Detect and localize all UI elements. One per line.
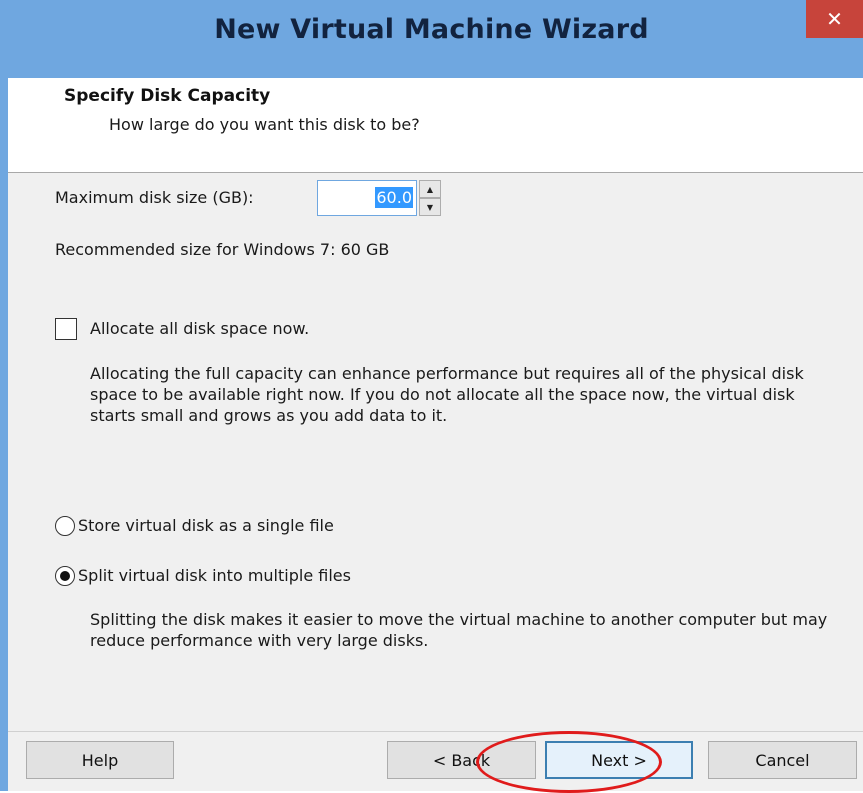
- recommended-size-text: Recommended size for Windows 7: 60 GB: [55, 240, 390, 259]
- window-frame-left: [0, 78, 8, 791]
- allocate-label[interactable]: Allocate all disk space now.: [90, 319, 309, 338]
- wizard-window: New Virtual Machine Wizard ✕ Specify Dis…: [0, 0, 863, 793]
- disk-size-value: 60.0: [375, 187, 413, 208]
- wizard-body: Maximum disk size (GB): 60.0 ▲ ▼ Recomme…: [8, 173, 863, 791]
- next-button[interactable]: Next >: [545, 741, 693, 779]
- close-icon: ✕: [826, 7, 843, 31]
- disk-size-label: Maximum disk size (GB):: [55, 188, 254, 207]
- radio-single-file[interactable]: [55, 516, 75, 536]
- radio-split-files[interactable]: [55, 566, 75, 586]
- title-bar[interactable]: New Virtual Machine Wizard ✕: [0, 0, 863, 78]
- allocate-description: Allocating the full capacity can enhance…: [90, 364, 804, 425]
- chevron-down-icon: ▼: [426, 202, 434, 212]
- radio-selected-dot: [60, 571, 70, 581]
- disk-size-stepper[interactable]: ▲ ▼: [419, 180, 441, 216]
- radio-single-file-label[interactable]: Store virtual disk as a single file: [78, 516, 334, 535]
- cancel-button[interactable]: Cancel: [708, 741, 857, 779]
- page-subtitle: How large do you want this disk to be?: [109, 115, 420, 134]
- spin-down-button[interactable]: ▼: [419, 198, 441, 216]
- disk-size-input[interactable]: 60.0: [317, 180, 417, 216]
- chevron-up-icon: ▲: [426, 184, 434, 194]
- help-button[interactable]: Help: [26, 741, 174, 779]
- radio-split-files-label[interactable]: Split virtual disk into multiple files: [78, 566, 351, 585]
- page-title: Specify Disk Capacity: [64, 86, 271, 106]
- wizard-header: Specify Disk Capacity How large do you w…: [8, 78, 863, 173]
- spin-up-button[interactable]: ▲: [419, 180, 441, 198]
- allocate-checkbox[interactable]: [55, 318, 77, 340]
- close-button[interactable]: ✕: [806, 0, 863, 38]
- split-description: Splitting the disk makes it easier to mo…: [90, 610, 828, 650]
- window-title: New Virtual Machine Wizard: [214, 14, 649, 45]
- button-bar-divider: [8, 731, 863, 732]
- back-button[interactable]: < Back: [387, 741, 536, 779]
